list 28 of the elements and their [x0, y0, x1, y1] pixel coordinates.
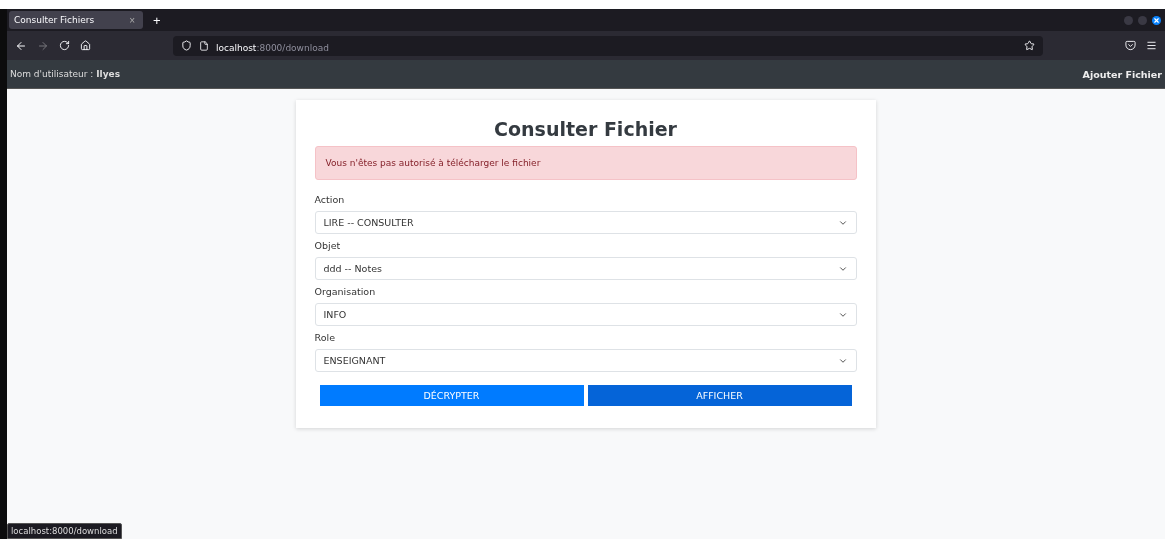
field-label: Objet: [314, 240, 342, 251]
close-window-button[interactable]: [1152, 15, 1161, 25]
star-icon[interactable]: [1024, 40, 1035, 51]
field-label: Action: [314, 194, 346, 205]
select-field[interactable]: ENSEIGNANT: [314, 349, 857, 372]
home-icon[interactable]: [80, 40, 91, 51]
form-title: Consulter Fichier: [493, 118, 678, 140]
status-url: localhost:8000/download: [7, 523, 122, 539]
new-tab-button[interactable]: +: [151, 12, 163, 28]
back-icon[interactable]: [15, 39, 27, 52]
add-file-link[interactable]: Ajouter Fichier: [1082, 68, 1162, 80]
select-field[interactable]: INFO: [314, 303, 857, 326]
select-field[interactable]: LIRE -- CONSULTER: [314, 211, 857, 234]
address-bar[interactable]: localhost:8000/download: [173, 35, 1043, 56]
close-tab-button[interactable]: ×: [129, 14, 135, 26]
field-label: Role: [314, 332, 336, 343]
username-text: Nom d'utilisateur : Ilyes: [10, 69, 120, 79]
action-button[interactable]: DÉCRYPTER: [319, 385, 584, 406]
select-field[interactable]: ddd -- Notes: [314, 257, 857, 280]
field-label: Organisation: [314, 286, 377, 297]
pocket-icon[interactable]: [1125, 40, 1136, 51]
menu-icon[interactable]: [1146, 40, 1157, 51]
shield-icon: [181, 40, 192, 51]
browser-tab[interactable]: Consulter Fichiers ×: [9, 11, 143, 29]
error-alert: Vous n'êtes pas autorisé à télécharger le fichier: [314, 146, 857, 180]
reload-icon[interactable]: [59, 40, 70, 51]
page-icon: [199, 40, 209, 51]
action-button[interactable]: AFFICHER: [587, 385, 852, 406]
